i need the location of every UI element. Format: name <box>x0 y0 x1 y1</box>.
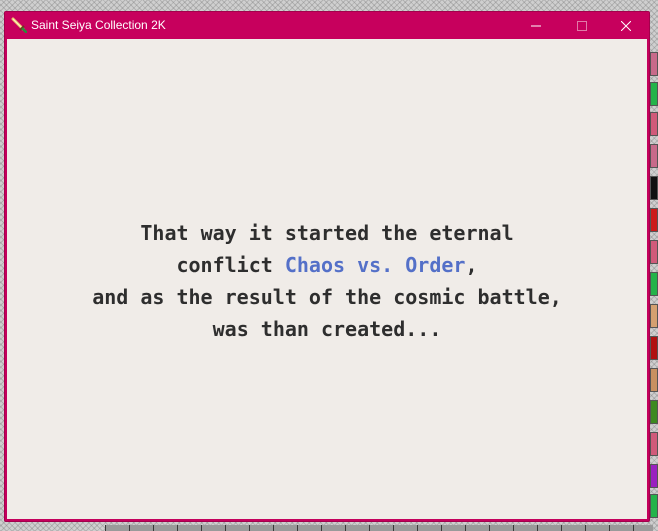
story-line-3: and as the result of the cosmic battle, <box>92 285 562 309</box>
maximize-button[interactable] <box>559 12 605 38</box>
minimize-button[interactable] <box>513 12 559 38</box>
desktop-swatch <box>650 464 658 488</box>
maximize-icon <box>577 16 587 35</box>
window-titlebar[interactable]: Saint Seiya Collection 2K <box>5 12 649 38</box>
desktop-swatch <box>650 272 658 296</box>
desktop-swatch <box>650 82 658 106</box>
story-line-2-suffix: , <box>465 253 478 277</box>
story-line-2-prefix: conflict <box>176 253 285 277</box>
desktop-swatch <box>650 176 658 200</box>
desktop-swatch <box>650 144 658 168</box>
story-line-1: That way it started the eternal <box>140 221 514 245</box>
desktop-swatch <box>650 208 658 232</box>
close-button[interactable] <box>603 12 649 38</box>
story-text: That way it started the eternal conflict… <box>7 217 647 345</box>
story-line-4: was than created... <box>212 317 442 341</box>
desktop-swatch <box>650 112 658 136</box>
desktop-swatch <box>650 368 658 392</box>
desktop-swatch <box>650 400 658 424</box>
desktop-swatch <box>650 304 658 328</box>
desktop-edge-strip <box>650 46 658 526</box>
close-icon <box>620 16 632 35</box>
desktop-swatch <box>650 240 658 264</box>
desktop-swatch <box>650 494 658 518</box>
desktop-swatch <box>650 52 658 76</box>
sword-icon <box>11 17 28 34</box>
desktop-swatch <box>650 336 658 360</box>
desktop-bottom-strip <box>105 525 653 531</box>
desktop-swatch <box>650 432 658 456</box>
minimize-icon <box>531 16 541 35</box>
app-window: Saint Seiya Collection 2K That way it st… <box>4 11 650 522</box>
story-line-2: conflict Chaos vs. Order, <box>7 249 647 281</box>
game-screen[interactable]: That way it started the eternal conflict… <box>7 39 647 519</box>
story-highlight: Chaos vs. Order <box>284 253 466 277</box>
window-title: Saint Seiya Collection 2K <box>31 18 166 32</box>
